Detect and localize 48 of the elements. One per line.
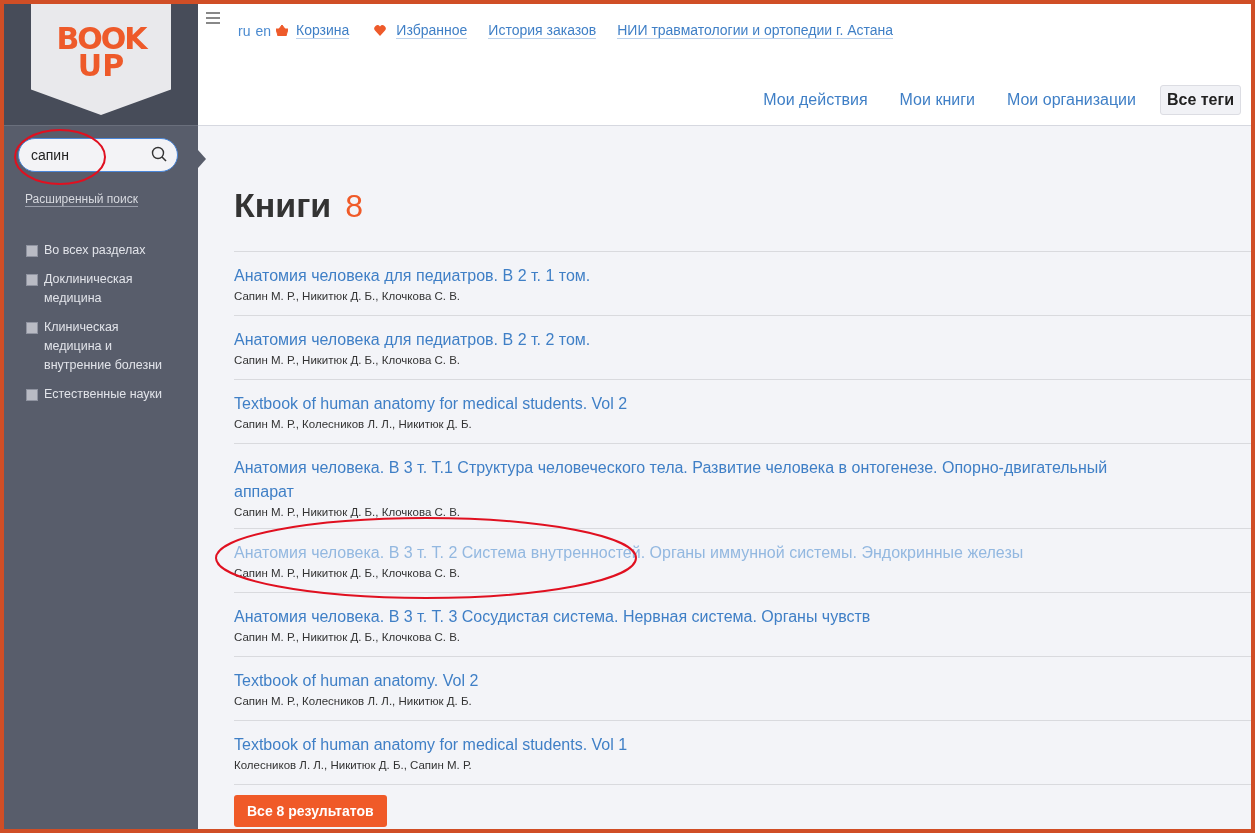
menu-icon[interactable] (206, 12, 220, 24)
nav-tab[interactable]: Мои действия (763, 91, 868, 109)
section-checkbox[interactable]: Клиническая медицина и внутренние болезни (26, 318, 176, 375)
nav-tab[interactable]: Мои книги (899, 91, 975, 109)
section-label: Естественные науки (44, 386, 163, 403)
checkbox[interactable] (26, 322, 38, 334)
book-authors: Сапин М. Р., Колесников Л. Л., Никитюк Д. Б. (234, 695, 473, 707)
header-link[interactable]: НИИ травматологии и ортопедии г. Астана (617, 22, 894, 39)
page-title: Книги (234, 186, 332, 225)
section-label: Клиническая медицина и внутренние болезни (44, 319, 164, 374)
logo-text: UP (77, 54, 125, 78)
book-title-link[interactable]: Textbook of human anatomy. Vol 2 (234, 669, 1141, 693)
nav-tab[interactable]: Мои организации (1006, 91, 1136, 109)
section-label: Во всех разделах (44, 242, 146, 259)
book-title-link[interactable]: Анатомия человека для педиатров. В 2 т. 2 том. (234, 328, 1141, 352)
header-link[interactable]: История заказов (488, 22, 597, 39)
header-link[interactable]: Корзина (296, 22, 350, 39)
book-authors: Сапин М. Р., Никитюк Д. Б., Клочкова С. В. (234, 631, 462, 643)
search-field[interactable]: сапин (18, 138, 178, 172)
checkbox[interactable] (26, 274, 38, 286)
checkbox[interactable] (26, 389, 38, 401)
section-checkbox[interactable]: Доклиническая медицина (26, 270, 176, 308)
book-title-link[interactable]: Textbook of human anatomy for medical students. Vol 2 (234, 392, 1141, 416)
language-link[interactable]: ru (238, 22, 251, 39)
search-icon[interactable] (151, 146, 168, 163)
result-count: 8 (345, 188, 364, 225)
language-link[interactable]: en (255, 22, 272, 39)
all-results-button[interactable]: Все 8 результатов (234, 795, 387, 827)
book-title-link[interactable]: Textbook of human anatomy for medical students. Vol 1 (234, 733, 1141, 757)
book-authors: Сапин М. Р., Никитюк Д. Б., Клочкова С. В. (234, 290, 462, 302)
logo-shield[interactable]: BOOK UP (31, 4, 171, 115)
logo-text: BOOK (56, 24, 146, 54)
book-authors: Сапин М. Р., Никитюк Д. Б., Клочкова С. В. (234, 506, 462, 518)
book-authors: Сапин М. Р., Колесников Л. Л., Никитюк Д. Б. (234, 418, 473, 430)
book-authors: Колесников Л. Л., Никитюк Д. Б., Сапин М. Р. (234, 759, 473, 771)
book-title-link[interactable]: Анатомия человека для педиатров. В 2 т. 1 том. (234, 264, 1141, 288)
section-checkbox[interactable]: Естественные науки (26, 385, 176, 404)
book-title-link[interactable]: Анатомия человека. В 3 т. Т. 3 Сосудистая система. Нервная система. Органы чувств (234, 605, 1141, 629)
nav-tab[interactable]: Все теги (1159, 85, 1241, 115)
checkbox[interactable] (26, 245, 38, 257)
book-authors: Сапин М. Р., Никитюк Д. Б., Клочкова С. В. (234, 354, 462, 366)
basket-icon (276, 25, 289, 36)
advanced-search-link[interactable]: Расширенный поиск (25, 192, 138, 207)
heart-icon (374, 25, 387, 36)
section-checkbox[interactable]: Во всех разделах (26, 241, 176, 260)
book-title-link[interactable]: Анатомия человека. В 3 т. Т.1 Структура человеческого тела. Развитие человека в онтогенезе. Опорно-двигательный аппарат (234, 456, 1141, 504)
section-label: Доклиническая медицина (44, 271, 134, 307)
header-link[interactable]: Избранное (396, 22, 468, 39)
